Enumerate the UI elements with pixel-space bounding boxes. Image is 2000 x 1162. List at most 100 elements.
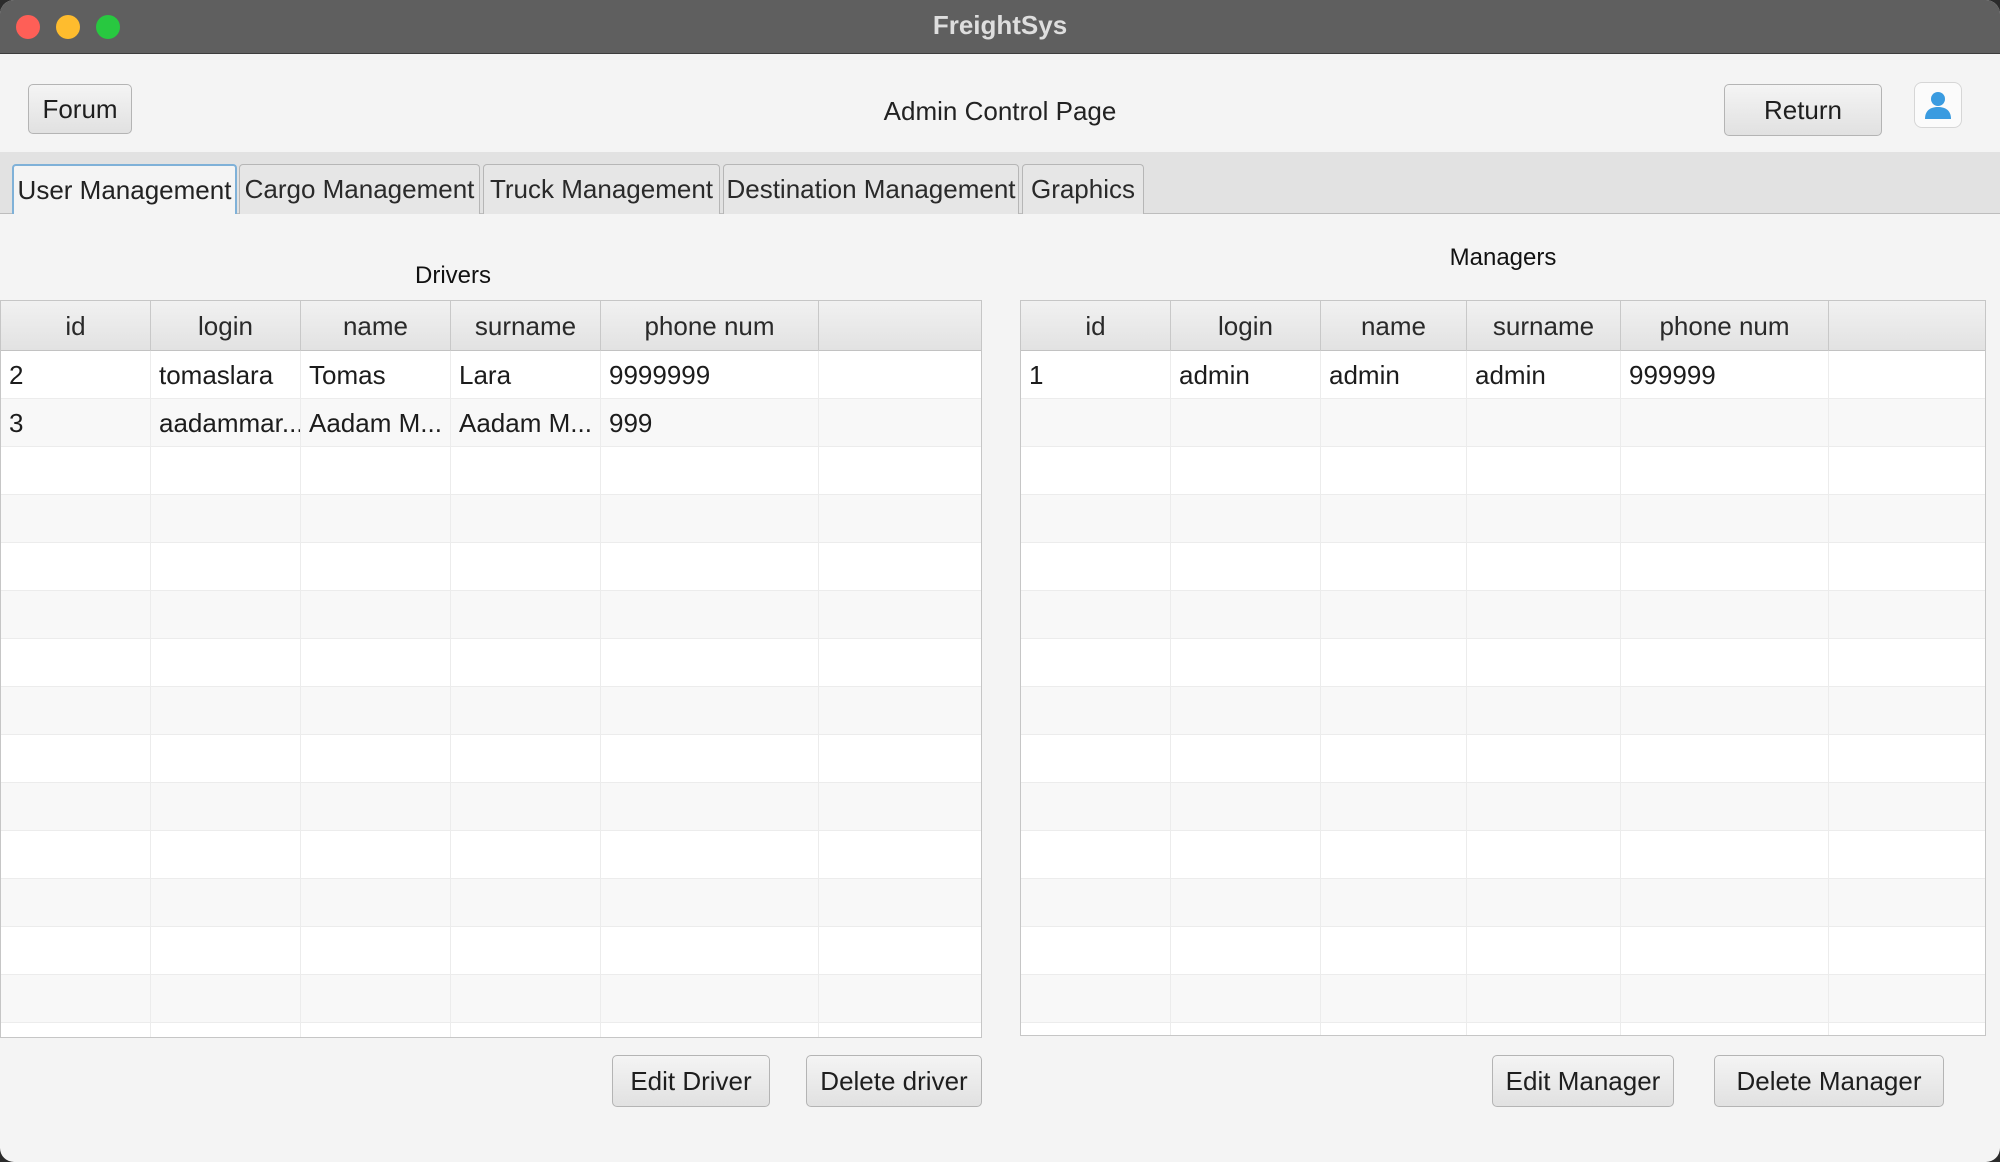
column-header-phone-num[interactable]: phone num [601,301,819,351]
table-cell-empty [1171,783,1321,831]
tab-user-management[interactable]: User Management [12,164,237,214]
column-header-login[interactable]: login [1171,301,1321,351]
table-cell-name: Tomas [301,351,451,399]
table-cell-empty [1829,735,1985,783]
table-cell-login: admin [1171,351,1321,399]
table-cell-empty [1021,783,1171,831]
empty-table-row[interactable] [1,447,981,495]
empty-table-row[interactable] [1021,639,1985,687]
tab-truck-management[interactable]: Truck Management [483,164,720,214]
empty-table-row[interactable] [1,879,981,927]
managers-table[interactable]: id login name surname phone num 1 admin ad… [1020,300,1986,1036]
empty-table-row[interactable] [1,687,981,735]
column-header-phone-num[interactable]: phone num [1621,301,1829,351]
edit-driver-button[interactable]: Edit Driver [612,1055,770,1107]
table-cell-empty [301,447,451,495]
empty-table-row[interactable] [1021,735,1985,783]
table-cell-empty [1021,543,1171,591]
table-cell-empty [1171,399,1321,447]
app-window: FreightSys Forum Admin Control Page Retu… [0,0,2000,1162]
forum-button[interactable]: Forum [28,84,132,134]
empty-table-row[interactable] [1,783,981,831]
edit-manager-button[interactable]: Edit Manager [1492,1055,1674,1107]
table-cell-empty [1467,447,1621,495]
table-cell-empty [1021,831,1171,879]
empty-table-row[interactable] [1021,399,1985,447]
empty-table-row[interactable] [1,831,981,879]
table-cell-empty [1,927,151,975]
column-header-name[interactable]: name [301,301,451,351]
table-cell-empty [1171,447,1321,495]
table-cell-empty [1021,399,1171,447]
table-cell-empty [1829,639,1985,687]
table-cell-empty [819,1023,981,1037]
table-cell-empty [1321,927,1467,975]
table-cell-empty [1467,927,1621,975]
tab-destination-management[interactable]: Destination Management [723,164,1019,214]
table-cell-empty [601,495,819,543]
column-header-id[interactable]: id [1021,301,1171,351]
table-cell-empty [1171,831,1321,879]
empty-table-row[interactable] [1,927,981,975]
table-cell-empty [301,591,451,639]
drivers-table[interactable]: id login name surname phone num 2 tomasla… [0,300,982,1038]
table-row[interactable]: 3 aadammar... Aadam M... Aadam M... 999 [1,399,981,447]
empty-table-row[interactable] [1021,447,1985,495]
empty-table-row[interactable] [1,735,981,783]
table-row[interactable]: 2 tomaslara Tomas Lara 9999999 [1,351,981,399]
table-cell-empty [601,735,819,783]
empty-table-row[interactable] [1021,591,1985,639]
empty-table-row[interactable] [1021,543,1985,591]
drivers-title: Drivers [415,262,491,289]
empty-table-row[interactable] [1,543,981,591]
table-cell-empty [601,831,819,879]
table-cell-empty [1,687,151,735]
table-cell-empty [1321,639,1467,687]
profile-button[interactable] [1914,82,1962,128]
table-cell-empty [451,543,601,591]
table-cell-empty [601,1023,819,1037]
table-cell-empty [819,447,981,495]
column-header-id[interactable]: id [1,301,151,351]
column-header-filler [1829,301,1985,351]
empty-table-row[interactable] [1021,975,1985,1023]
table-cell-id: 2 [1,351,151,399]
tab-bar: User Management Cargo Management Truck M… [0,152,2000,214]
table-cell-empty [1021,687,1171,735]
table-cell-empty [1621,687,1829,735]
empty-table-row[interactable] [1,975,981,1023]
table-cell-empty [1467,591,1621,639]
return-button[interactable]: Return [1724,84,1882,136]
tab-graphics[interactable]: Graphics [1022,164,1144,214]
header-bar: Forum Admin Control Page Return [0,54,2000,152]
empty-table-row[interactable] [1021,495,1985,543]
delete-driver-button[interactable]: Delete driver [806,1055,982,1107]
empty-table-row[interactable] [1021,879,1985,927]
table-cell-empty [819,735,981,783]
column-header-login[interactable]: login [151,301,301,351]
table-cell-empty [1467,1023,1621,1035]
column-header-surname[interactable]: surname [1467,301,1621,351]
table-row[interactable]: 1 admin admin admin 999999 [1021,351,1985,399]
table-cell-empty [1321,975,1467,1023]
empty-table-row[interactable] [1,1023,981,1037]
empty-table-row[interactable] [1021,783,1985,831]
empty-table-row[interactable] [1021,1023,1985,1035]
empty-table-row[interactable] [1021,927,1985,975]
table-cell-empty [1467,399,1621,447]
empty-table-row[interactable] [1,495,981,543]
empty-table-row[interactable] [1,639,981,687]
table-cell-empty [1829,975,1985,1023]
empty-table-row[interactable] [1021,687,1985,735]
table-cell-empty [1,591,151,639]
table-cell-empty [1321,399,1467,447]
column-header-surname[interactable]: surname [451,301,601,351]
empty-table-row[interactable] [1,591,981,639]
column-header-name[interactable]: name [1321,301,1467,351]
table-cell-empty [151,591,301,639]
empty-table-row[interactable] [1021,831,1985,879]
delete-manager-button[interactable]: Delete Manager [1714,1055,1944,1107]
table-cell-empty [1,543,151,591]
tab-cargo-management[interactable]: Cargo Management [239,164,480,214]
table-cell-empty [1621,879,1829,927]
